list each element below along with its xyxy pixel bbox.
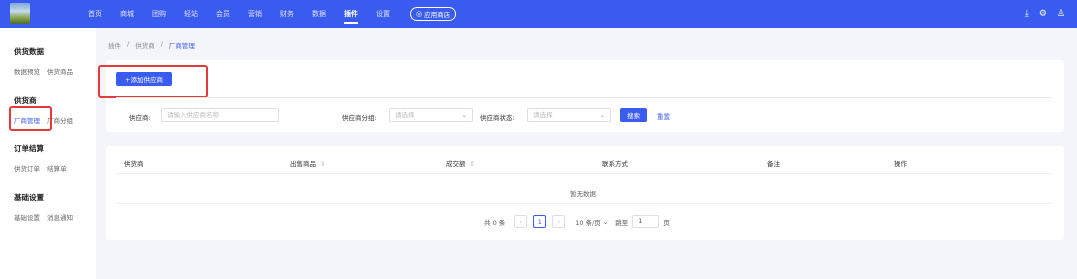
jump-label: 跳至 <box>615 218 629 227</box>
page-size-select[interactable]: 10 条/页 ⌄ <box>572 215 611 228</box>
top-right-icons: ⤓ ⚙ ♙ <box>1025 0 1065 28</box>
breadcrumb: 插件 / 供货商 / 厂商管理 <box>108 40 195 50</box>
column-header-turnover[interactable]: 成交额 ⇕ <box>446 158 475 168</box>
page-1-button[interactable]: 1 <box>533 215 547 228</box>
supplier-name-placeholder: 请输入供应商名称 <box>167 111 219 119</box>
sort-icon[interactable]: ⇕ <box>470 160 475 168</box>
app-store-label: 应用商店 <box>424 11 451 19</box>
pagination-total: 共 0 条 <box>484 218 506 227</box>
nav-marketing[interactable]: 营销 <box>248 0 262 28</box>
prev-page-button[interactable]: ‹ <box>514 215 528 228</box>
sidebar-group-basic-settings: 基础设置 <box>14 193 44 202</box>
sidebar-group-supply-data: 供货数据 <box>14 47 44 56</box>
sidebar-group-suppliers: 供货商 <box>14 96 37 105</box>
sidebar-group-order-settlement: 订单结算 <box>14 144 44 153</box>
column-header-remarks: 备注 <box>767 160 780 168</box>
app-store-button[interactable]: ◎ 应用商店 <box>410 7 457 21</box>
sidebar-item-supply-goods[interactable]: 供货商品 <box>47 66 73 76</box>
nav-groupbuy[interactable]: 团购 <box>152 0 166 28</box>
nav-finance[interactable]: 财务 <box>280 0 294 28</box>
sidebar-item-settlements[interactable]: 结算单 <box>47 163 67 173</box>
app-store-icon: ◎ <box>416 10 423 18</box>
jump-page-input[interactable]: 1 <box>632 215 660 228</box>
table-body-divider <box>116 203 1052 204</box>
highlight-box-sidebar <box>9 106 52 131</box>
status-filter-label: 供应商状态: <box>480 114 515 122</box>
page-size-value: 10 条/页 <box>575 218 601 227</box>
nav-mall[interactable]: 商城 <box>120 0 134 28</box>
table-header-divider <box>116 173 1052 174</box>
breadcrumb-separator: / <box>127 40 130 48</box>
status-select[interactable]: 请选择 ⌄ <box>527 108 611 122</box>
chevron-down-icon: ⌄ <box>461 111 467 119</box>
divider <box>116 97 1052 98</box>
search-button[interactable]: 搜索 <box>620 108 647 122</box>
nav-members[interactable]: 会员 <box>216 0 230 28</box>
breadcrumb-suppliers[interactable]: 供货商 <box>135 40 155 50</box>
pagination: 共 0 条 ‹ 1 › 10 条/页 ⌄ 跳至 1 页 <box>484 214 670 229</box>
nav-light-site[interactable]: 轻站 <box>184 0 198 28</box>
top-navbar: 首页 商城 团购 轻站 会员 营销 财务 数据 插件 设置 ◎ 应用商店 ⤓ ⚙… <box>0 0 1077 28</box>
column-header-goods-on-sale[interactable]: 出售商品 ⇕ <box>290 158 325 168</box>
gear-icon[interactable]: ⚙ <box>1039 9 1047 19</box>
main-nav: 首页 商城 团购 轻站 会员 营销 财务 数据 插件 设置 ◎ 应用商店 <box>88 0 457 28</box>
sidebar-item-supply-orders[interactable]: 供货订单 <box>14 163 40 173</box>
nav-settings[interactable]: 设置 <box>376 0 390 28</box>
sidebar-item-basic-settings[interactable]: 基础设置 <box>14 212 40 222</box>
breadcrumb-separator: / <box>160 40 163 48</box>
nav-data[interactable]: 数据 <box>312 0 326 28</box>
supplier-filter-label: 供应商: <box>129 114 151 122</box>
chevron-down-icon: ⌄ <box>602 217 609 226</box>
download-icon[interactable]: ⤓ <box>1025 9 1029 19</box>
app-logo[interactable] <box>10 3 30 24</box>
highlight-box-add-button <box>98 65 208 98</box>
group-select[interactable]: 请选择 ⌄ <box>389 108 473 122</box>
sidebar-item-data-overview[interactable]: 数据预览 <box>14 66 40 76</box>
reset-button[interactable]: 重置 <box>657 111 670 121</box>
group-select-placeholder: 请选择 <box>395 111 415 119</box>
sort-icon[interactable]: ⇕ <box>320 160 325 168</box>
nav-home[interactable]: 首页 <box>88 0 102 28</box>
column-header-contact: 联系方式 <box>602 160 628 168</box>
chevron-down-icon: ⌄ <box>599 111 605 119</box>
user-icon[interactable]: ♙ <box>1057 9 1065 19</box>
next-page-button[interactable]: › <box>552 215 566 228</box>
supplier-name-input[interactable]: 请输入供应商名称 <box>161 108 279 122</box>
breadcrumb-current: 厂商管理 <box>168 42 195 50</box>
group-filter-label: 供应商分组: <box>342 114 377 122</box>
sidebar-item-notifications[interactable]: 消息通知 <box>47 212 73 222</box>
column-header-supplier: 供货商 <box>124 160 144 168</box>
status-select-placeholder: 请选择 <box>533 111 553 119</box>
page-unit-label: 页 <box>663 218 670 227</box>
column-header-actions: 操作 <box>894 160 907 168</box>
breadcrumb-plugins[interactable]: 插件 <box>108 40 121 50</box>
nav-plugins[interactable]: 插件 <box>344 0 358 28</box>
empty-state-text: 暂无数据 <box>570 190 596 198</box>
